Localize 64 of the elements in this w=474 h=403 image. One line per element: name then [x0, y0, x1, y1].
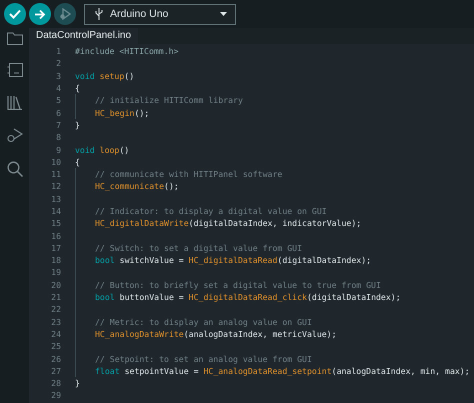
search-icon[interactable]: [6, 161, 22, 177]
code-line: // Indicator: to display a digital value on GUI: [95, 206, 327, 216]
line-number: 16: [50, 230, 61, 241]
line-number: 17: [50, 242, 61, 253]
code-line: void setup(): [75, 70, 134, 81]
line-number: 10: [50, 156, 61, 167]
line-number: 11: [50, 169, 61, 180]
code-line: // Button: to briefly set a digital value to true from GUI: [95, 280, 381, 290]
code-line: // communicate with HITIPanel software: [95, 169, 282, 180]
board-selector[interactable]: Arduino Uno: [84, 4, 236, 24]
line-number: 7: [55, 120, 61, 130]
code-line: // initialize HITIComm library: [95, 95, 243, 106]
code-line: bool switchValue = HC_digitalDataRead(digitalDataIndex);: [95, 255, 372, 266]
file-tab[interactable]: DataControlPanel.ino: [29, 28, 138, 44]
line-number: 21: [50, 292, 61, 302]
line-number: 9: [55, 144, 61, 155]
folder-icon[interactable]: [6, 32, 22, 45]
verify-button[interactable]: [4, 3, 26, 25]
code-line: HC_digitalDataWrite(digitalDataIndex, indicatorValue);: [95, 218, 362, 228]
line-number: 27: [50, 366, 61, 376]
line-number: 6: [55, 108, 61, 118]
line-number: 14: [50, 206, 61, 216]
caret-icon: [220, 12, 227, 16]
library-icon[interactable]: [6, 95, 22, 110]
line-number: 1: [55, 46, 61, 56]
line-number: 25: [50, 341, 61, 352]
code-line: HC_begin();: [95, 108, 150, 118]
code-line: {: [75, 83, 80, 94]
line-number: 26: [50, 354, 61, 364]
code-line: {: [75, 156, 80, 167]
line-number: 8: [55, 132, 61, 142]
line-number: 18: [50, 255, 61, 266]
line-number: 29: [50, 390, 61, 400]
line-number: 28: [50, 378, 61, 388]
check-icon: [9, 9, 21, 19]
code-line: // Switch: to set a digital value from GUI: [95, 242, 302, 253]
usb-icon: [95, 8, 103, 20]
line-number: 13: [50, 194, 61, 204]
line-number: 3: [55, 70, 61, 81]
upload-button[interactable]: [29, 3, 51, 25]
line-number: 5: [55, 95, 61, 106]
arrow-right-icon: [34, 8, 46, 20]
code-line: // Setpoint: to set an analog value from GUI: [95, 354, 312, 364]
line-number: 12: [50, 181, 61, 192]
line-number: 2: [55, 58, 61, 68]
board-icon[interactable]: [6, 63, 22, 77]
line-number: 4: [55, 83, 61, 94]
debug-icon[interactable]: [6, 128, 22, 143]
line-number: 23: [50, 316, 61, 327]
code-line: }: [75, 120, 80, 130]
line-number: 22: [50, 304, 61, 314]
code-line: void loop(): [75, 144, 130, 155]
code-line: HC_communicate();: [95, 181, 179, 192]
code-line: bool buttonValue = HC_digitalDataRead_click(digitalDataIndex);: [95, 292, 401, 302]
code-line: #include <HITIComm.h>: [75, 46, 179, 56]
code-line: // Metric: to display an analog value on GUI: [95, 316, 312, 327]
line-number: 20: [50, 280, 61, 290]
debug-play-icon: [59, 8, 71, 20]
code-line: }: [75, 378, 80, 388]
code-line: HC_analogDataWrite(analogDataIndex, metricValue);: [95, 328, 337, 339]
code-line: float setpointValue = HC_analogDataRead_setpoint(analogDataIndex, min, max);: [95, 366, 470, 376]
line-number: 24: [50, 328, 61, 339]
line-number: 15: [50, 218, 61, 228]
line-number: 19: [50, 267, 61, 278]
